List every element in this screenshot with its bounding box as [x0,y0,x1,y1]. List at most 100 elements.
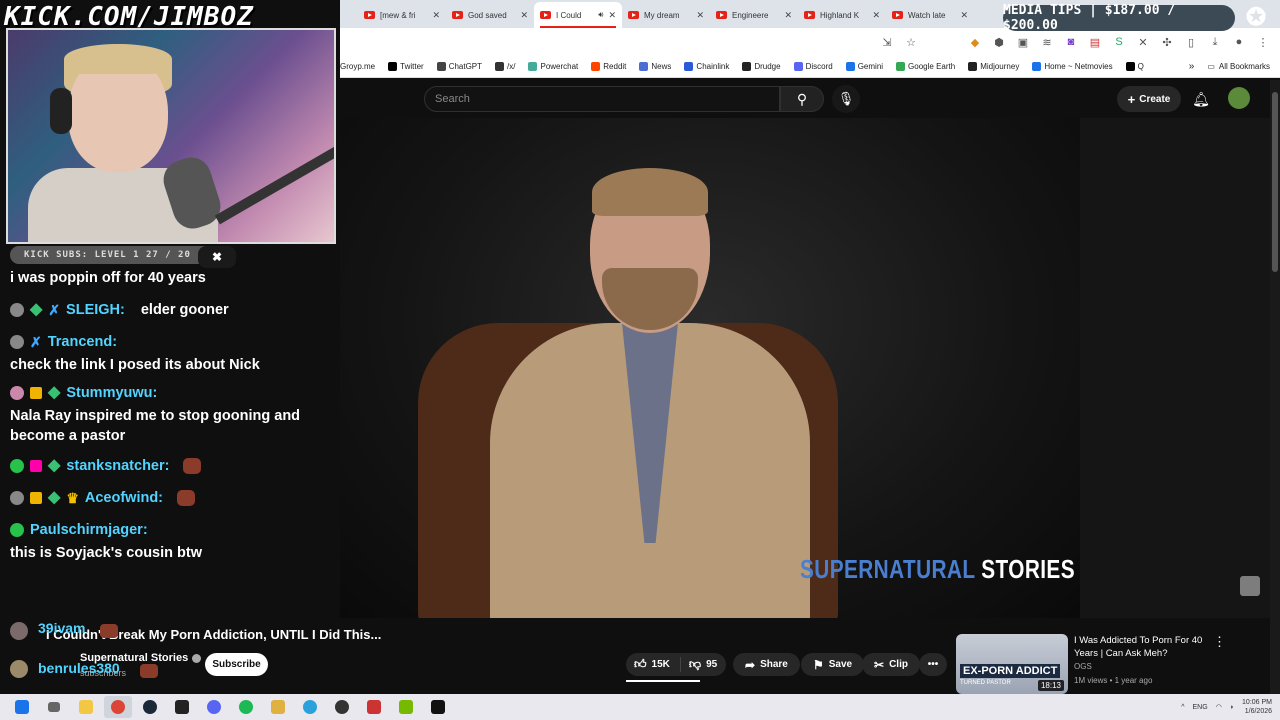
share-button[interactable]: ➦ Share [733,653,800,676]
extension-green-icon[interactable]: S [1112,35,1126,49]
bookmark-item[interactable]: Gemini [845,62,883,71]
x-icon[interactable]: ✕ [1136,35,1150,49]
like-button[interactable]: 👍︎ 15K [634,657,681,672]
network-icon[interactable]: ◠ [1216,703,1222,711]
explorer-folder-icon[interactable] [264,696,292,718]
install-icon[interactable]: ⇲ [880,35,894,49]
audio-playing-icon[interactable]: 🔊︎ [598,10,603,20]
task-view-icon[interactable] [40,696,68,718]
clock[interactable]: 10:06 PM 1/6/2026 [1242,698,1272,716]
search-input[interactable]: Search [424,86,780,112]
bookmarks-overflow-icon[interactable]: » [1189,61,1195,72]
thumbs-down-icon: 👎︎ [688,657,702,671]
recommended-thumbnail[interactable]: EX-PORN ADDICT TURNED PASTOR 18:13 [956,634,1068,694]
browser-tab[interactable]: My dream ✕ [622,2,710,28]
metamask-icon[interactable]: ◆ [968,35,982,49]
chat-text: this is Soyjack's cousin btw [10,545,203,561]
bookmark-favicon-icon [495,62,505,71]
steam-icon[interactable] [136,696,164,718]
close-tab-icon[interactable]: ✕ [784,10,792,21]
recommended-more-icon[interactable]: ⋮ [1213,634,1226,650]
search-button[interactable]: ⚲ [780,86,824,112]
extension-red-icon[interactable]: ▤ [1088,35,1102,49]
close-tab-icon[interactable]: ✕ [872,10,880,21]
wave-icon[interactable]: ≋ [1040,35,1054,49]
download-icon[interactable]: ⤓ [1208,35,1222,49]
tab-label: I Could [556,10,582,20]
tab-label: God saved [468,10,507,20]
recommended-title[interactable]: I Was Addicted To Porn For 40 Years | Ca… [1074,634,1214,660]
tray-chevron-icon[interactable]: ^ [1181,704,1184,711]
video-frame[interactable]: SUPERNATURAL STORIES [340,118,1080,618]
more-actions-button[interactable]: ••• [919,653,947,676]
browser-tab[interactable]: I Could 🔊︎ ✕ [534,2,622,28]
recommended-channel[interactable]: OGS [1074,662,1092,671]
puzzle-icon[interactable]: ✣ [1160,35,1174,49]
profile-icon[interactable]: ● [1232,35,1246,49]
sidepanel-icon[interactable]: ▯ [1184,35,1198,49]
chat-message: ◆ ✗ SLEIGH: elder gooner [10,300,330,320]
kick-app-icon[interactable] [424,696,452,718]
twitch-icon[interactable]: ◙ [1064,35,1078,49]
chat-text: Nala Ray inspired me to stop gooning and… [10,408,301,444]
dislike-button[interactable]: 👎︎ 95 [681,657,717,672]
scrollbar-thumb[interactable] [1272,92,1278,272]
browser-tab[interactable]: God saved ✕ [446,2,534,28]
obs-icon[interactable] [328,696,356,718]
close-tab-icon[interactable]: ✕ [960,10,968,21]
nvidia-icon[interactable] [392,696,420,718]
chrome-icon[interactable] [104,696,132,718]
bookmark-item[interactable]: Midjourney [968,62,1019,71]
close-tab-icon[interactable]: ✕ [608,10,616,21]
menu-icon[interactable]: ⋮ [1256,35,1270,49]
clip-button[interactable]: ✂ Clip [862,653,920,676]
telegram-icon[interactable] [296,696,324,718]
spotify-icon[interactable] [232,696,260,718]
bookmark-item[interactable]: Drudge [742,62,781,71]
browser-tab[interactable]: [mew & fri ✕ [358,2,446,28]
language-indicator[interactable]: ENG [1193,704,1208,711]
close-tab-icon[interactable]: ✕ [432,10,440,21]
windows-start-icon[interactable] [8,696,36,718]
bookmark-item[interactable]: Twitter [388,62,424,71]
overlay-username: 39ivam [38,620,86,636]
star-icon[interactable]: ☆ [904,35,918,49]
bookmark-item[interactable]: Google Earth [896,62,955,71]
bookmark-item[interactable]: Discord [793,62,833,71]
chat-username: Paulschirmjager: [30,522,148,538]
notifications-bell-icon[interactable]: 🔔︎ [1190,88,1212,110]
terminal-icon[interactable] [168,696,196,718]
video-player[interactable]: SUPERNATURAL STORIES [340,118,1270,618]
bookmark-item[interactable]: ChatGPT [436,62,482,71]
bookmark-item[interactable]: News [639,62,671,71]
bookmark-item[interactable]: /x/ [495,62,515,71]
browser-tab[interactable]: Watch late ✕ [886,2,974,28]
subscribe-button[interactable]: Subscribe [205,653,268,676]
close-tab-icon[interactable]: ✕ [696,10,704,21]
close-tab-icon[interactable]: ✕ [520,10,528,21]
create-button[interactable]: + Create [1117,86,1181,112]
discord-icon[interactable] [200,696,228,718]
bookmark-item[interactable]: Reddit [591,62,626,71]
bookmark-item[interactable]: Powerchat [528,62,578,71]
file-explorer-icon[interactable] [72,696,100,718]
voice-search-button[interactable]: 🎙︎ [832,85,860,113]
bookmark-item[interactable]: Home ~ Netmovies [1032,62,1113,71]
bookmark-item[interactable]: Groyp.me [340,62,375,71]
bookmark-item[interactable]: Q [1125,62,1144,71]
save-button[interactable]: ⚑ Save [801,653,865,676]
chat-toggle-icon[interactable] [1240,576,1260,596]
user-avatar [10,491,24,505]
account-avatar[interactable] [1228,87,1250,109]
volume-icon[interactable]: ◗ [1230,704,1234,711]
extension-icon[interactable]: ▣ [1016,35,1030,49]
kick-logo-icon: ✖ [198,246,236,268]
browser-tab[interactable]: Engineere ✕ [710,2,798,28]
browser-tab[interactable]: Highland K ✕ [798,2,886,28]
media-tips-goal: MEDIA TIPS | $187.00 / $200.00 [1003,3,1235,33]
all-bookmarks-button[interactable]: ▭ All Bookmarks [1207,62,1280,71]
shield-icon[interactable]: ⬢ [992,35,1006,49]
app-red-icon[interactable] [360,696,388,718]
emote-icon [100,624,118,638]
bookmark-item[interactable]: Chainlink [684,62,729,71]
